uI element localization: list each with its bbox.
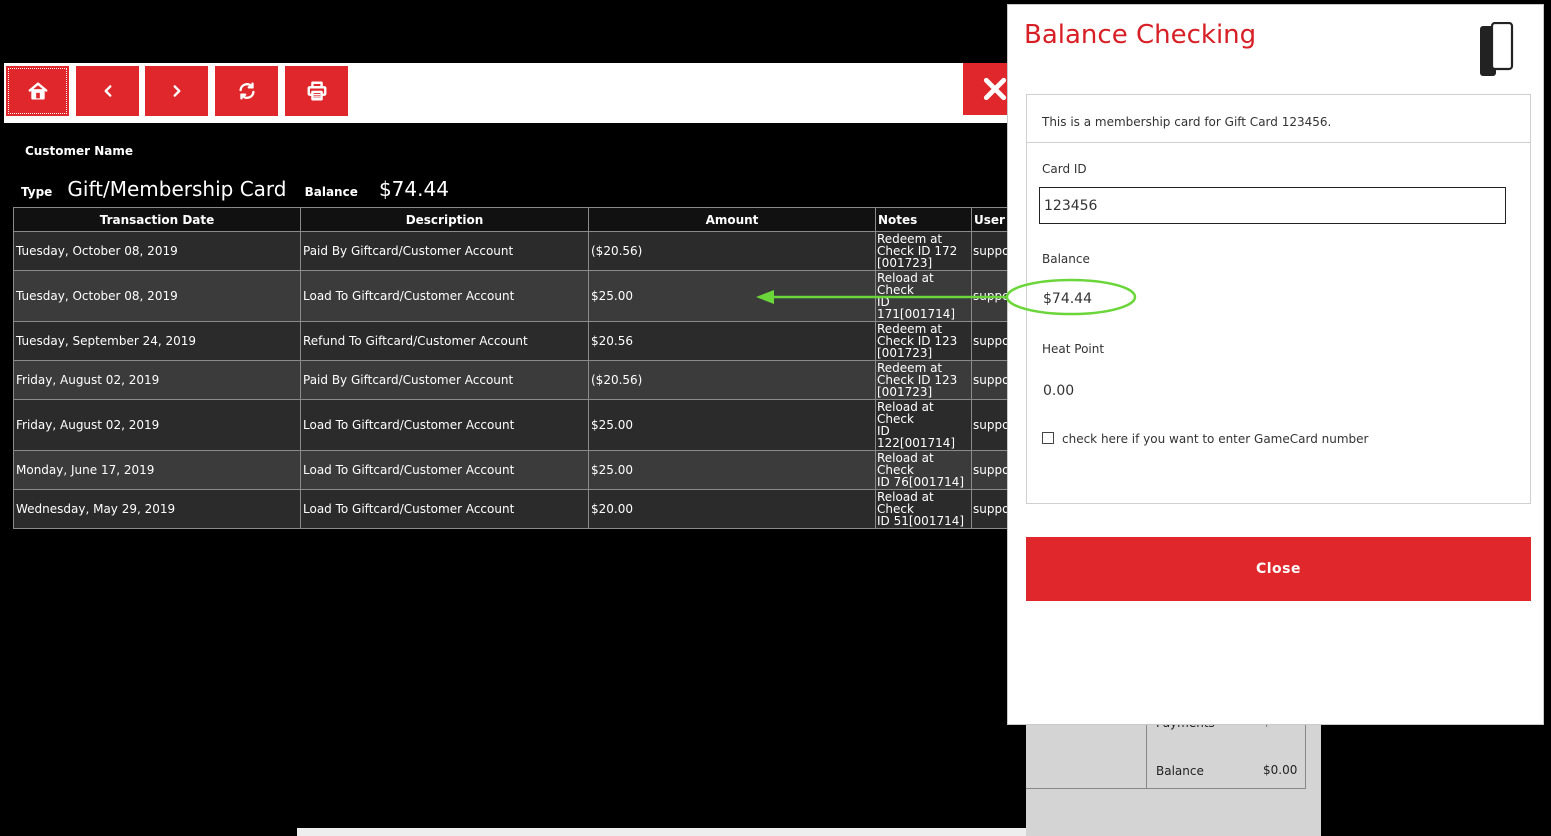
card-icon [1480, 22, 1514, 76]
notes-line: Reload at Check [877, 490, 934, 516]
notes-line: Reload at Check [877, 400, 934, 426]
background-balance-label: Balance [1156, 764, 1204, 778]
transaction-table: Transaction Date Description Amount Note… [13, 207, 1022, 529]
table-row[interactable]: Friday, August 02, 2019 Paid By Giftcard… [13, 360, 1022, 400]
cell-date: Friday, August 02, 2019 [13, 360, 301, 400]
cell-amount: $25.00 [588, 270, 876, 322]
cell-amount: $20.56 [588, 321, 876, 361]
table-row[interactable]: Tuesday, October 08, 2019 Paid By Giftca… [13, 231, 1022, 271]
cell-notes: Reload at Check ID 122[001714] [875, 399, 972, 451]
notes-line: [001723] [877, 385, 933, 399]
refresh-icon [238, 82, 255, 100]
card-id-input[interactable] [1039, 187, 1506, 224]
column-header-notes[interactable]: Notes [875, 207, 972, 232]
notes-line: ID 171[001714] [877, 295, 956, 321]
close-icon [983, 77, 1006, 101]
dialog-balance-label: Balance [1042, 252, 1090, 266]
background-balance-value: $0.00 [1263, 763, 1298, 777]
background-totals-panel: Payments $0.00 Balance $0.00 [1026, 714, 1321, 836]
chevron-right-icon [173, 85, 180, 97]
printer-icon [307, 81, 326, 101]
notes-line: Reload at Check [877, 271, 934, 297]
gamecard-checkbox-label[interactable]: check here if you want to enter GameCard… [1062, 432, 1368, 446]
cell-description: Load To Giftcard/Customer Account [300, 399, 589, 451]
chevron-left-icon [104, 85, 111, 97]
cell-description: Paid By Giftcard/Customer Account [300, 360, 589, 400]
notes-line: ID 51[001714] [877, 514, 965, 528]
forward-button[interactable] [145, 66, 208, 116]
cell-notes: Reload at Check ID 51[001714] [875, 489, 972, 529]
account-history-window: Customer Name Type Gift/Membership Card … [4, 63, 1026, 828]
card-info-text: This is a membership card for Gift Card … [1042, 115, 1332, 129]
cell-date: Tuesday, September 24, 2019 [13, 321, 301, 361]
table-row[interactable]: Monday, June 17, 2019 Load To Giftcard/C… [13, 450, 1022, 490]
cell-amount: $25.00 [588, 450, 876, 490]
balance-checking-dialog: Balance Checking This is a membership ca… [1007, 4, 1544, 725]
notes-line: [001723] [877, 256, 933, 270]
column-header-description[interactable]: Description [300, 207, 589, 232]
cell-notes: Reload at Check ID 76[001714] [875, 450, 972, 490]
cell-description: Load To Giftcard/Customer Account [300, 450, 589, 490]
dialog-balance-value: $74.44 [1043, 291, 1092, 307]
notes-line: ID 76[001714] [877, 475, 965, 489]
cell-amount: ($20.56) [588, 231, 876, 271]
cell-notes: Redeem at Check ID 123 [001723] [875, 360, 972, 400]
print-button[interactable] [285, 66, 348, 116]
table-row[interactable]: Wednesday, May 29, 2019 Load To Giftcard… [13, 489, 1022, 529]
cell-date: Tuesday, October 08, 2019 [13, 270, 301, 322]
close-button[interactable]: Close [1026, 537, 1531, 601]
refresh-button[interactable] [215, 66, 278, 116]
table-row[interactable]: Friday, August 02, 2019 Load To Giftcard… [13, 399, 1022, 451]
background-strip [297, 828, 1026, 836]
info-strip: This is a membership card for Gift Card … [1027, 95, 1530, 143]
gamecard-checkbox[interactable] [1042, 432, 1054, 444]
background-divider [1026, 788, 1304, 789]
cell-description: Load To Giftcard/Customer Account [300, 489, 589, 529]
cell-date: Friday, August 02, 2019 [13, 399, 301, 451]
column-header-date[interactable]: Transaction Date [13, 207, 301, 232]
table-header-row: Transaction Date Description Amount Note… [13, 207, 1022, 232]
cell-amount: ($20.56) [588, 360, 876, 400]
balance-label: Balance [304, 185, 358, 199]
cell-date: Monday, June 17, 2019 [13, 450, 301, 490]
cell-notes: Redeem at Check ID 123 [001723] [875, 321, 972, 361]
cell-date: Tuesday, October 08, 2019 [13, 231, 301, 271]
cell-description: Refund To Giftcard/Customer Account [300, 321, 589, 361]
cell-amount: $20.00 [588, 489, 876, 529]
back-button[interactable] [76, 66, 139, 116]
table-row[interactable]: Tuesday, September 24, 2019 Refund To Gi… [13, 321, 1022, 361]
cell-notes: Redeem at Check ID 172 [001723] [875, 231, 972, 271]
notes-line: ID 122[001714] [877, 424, 956, 450]
customer-name-label: Customer Name [25, 144, 133, 158]
cell-amount: $25.00 [588, 399, 876, 451]
type-label: Type [21, 185, 53, 199]
cell-description: Paid By Giftcard/Customer Account [300, 231, 589, 271]
column-header-amount[interactable]: Amount [588, 207, 876, 232]
balance-value: $74.44 [378, 177, 449, 201]
dialog-title: Balance Checking [1024, 20, 1257, 50]
home-button[interactable] [6, 66, 69, 116]
home-icon [28, 82, 47, 100]
notes-line: Reload at Check [877, 451, 934, 477]
cell-description: Load To Giftcard/Customer Account [300, 270, 589, 322]
toolbar [4, 63, 1026, 123]
dialog-body: This is a membership card for Gift Card … [1026, 94, 1531, 504]
table-row[interactable]: Tuesday, October 08, 2019 Load To Giftca… [13, 270, 1022, 322]
notes-line: [001723] [877, 346, 933, 360]
card-id-label: Card ID [1042, 162, 1087, 176]
heat-point-value: 0.00 [1043, 383, 1075, 399]
cell-notes: Reload at Check ID 171[001714] [875, 270, 972, 322]
cell-date: Wednesday, May 29, 2019 [13, 489, 301, 529]
heat-point-label: Heat Point [1042, 342, 1105, 356]
type-value: Gift/Membership Card [67, 177, 287, 201]
account-type-row: Type Gift/Membership Card Balance $74.44 [21, 177, 449, 201]
